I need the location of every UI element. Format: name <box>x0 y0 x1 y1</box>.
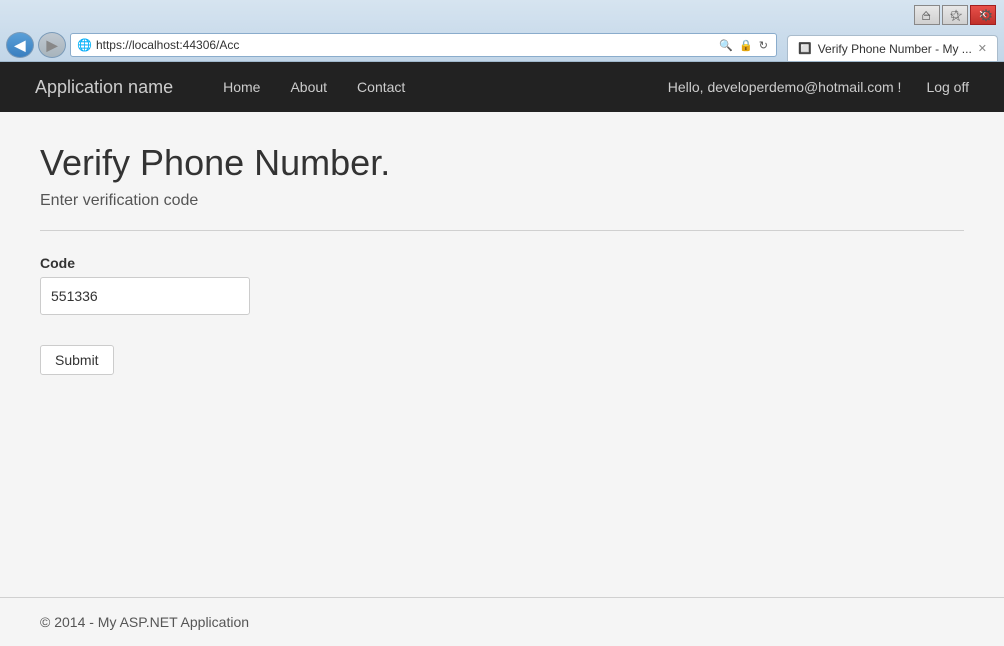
address-bar-actions: 🔍 🔒 ↻ <box>717 39 770 52</box>
page-subtitle: Enter verification code <box>40 192 964 210</box>
browser-chrome: – □ ✕ ◀ ▶ 🌐 https://localhost:44306/Acc … <box>0 0 1004 62</box>
code-input[interactable] <box>40 277 250 315</box>
search-icon[interactable]: 🔍 <box>717 39 735 52</box>
nav-link-contact[interactable]: Contact <box>342 62 420 112</box>
tab-title: Verify Phone Number - My ... <box>818 42 972 56</box>
lock-icon: 🔒 <box>737 39 755 52</box>
browser-toolbar-right: ⌂ ☆ ⚙ <box>914 0 998 32</box>
url-text: https://localhost:44306/Acc <box>96 38 713 52</box>
code-label: Code <box>40 255 964 271</box>
main-content: Verify Phone Number. Enter verification … <box>0 112 1004 597</box>
app-brand[interactable]: Application name <box>20 77 188 98</box>
app-nav-right: Hello, developerdemo@hotmail.com ! Log o… <box>658 79 984 95</box>
nav-bar: ◀ ▶ 🌐 https://localhost:44306/Acc 🔍 🔒 ↻ … <box>0 29 1004 61</box>
submit-button[interactable]: Submit <box>40 345 114 375</box>
app-nav: Application name Home About Contact Hell… <box>0 62 1004 112</box>
tab-favicon: 🔲 <box>798 42 812 55</box>
nav-link-about[interactable]: About <box>275 62 342 112</box>
code-form-group: Code <box>40 255 964 315</box>
user-greeting: Hello, developerdemo@hotmail.com ! <box>658 79 912 95</box>
back-button[interactable]: ◀ <box>6 32 34 58</box>
browser-tab[interactable]: 🔲 Verify Phone Number - My ... ✕ <box>787 35 998 61</box>
page-icon: 🌐 <box>77 38 92 52</box>
title-bar: – □ ✕ <box>0 0 1004 29</box>
footer: © 2014 - My ASP.NET Application <box>0 597 1004 646</box>
home-icon[interactable]: ⌂ <box>914 4 938 28</box>
divider <box>40 230 964 231</box>
tab-close-button[interactable]: ✕ <box>978 42 987 55</box>
page-title: Verify Phone Number. <box>40 142 964 184</box>
nav-link-home[interactable]: Home <box>208 62 275 112</box>
favorites-icon[interactable]: ☆ <box>944 4 968 28</box>
logoff-link[interactable]: Log off <box>911 79 984 95</box>
forward-button[interactable]: ▶ <box>38 32 66 58</box>
footer-text: © 2014 - My ASP.NET Application <box>40 614 249 630</box>
refresh-icon[interactable]: ↻ <box>757 39 770 52</box>
address-bar[interactable]: 🌐 https://localhost:44306/Acc 🔍 🔒 ↻ <box>70 33 777 57</box>
settings-icon[interactable]: ⚙ <box>974 4 998 28</box>
